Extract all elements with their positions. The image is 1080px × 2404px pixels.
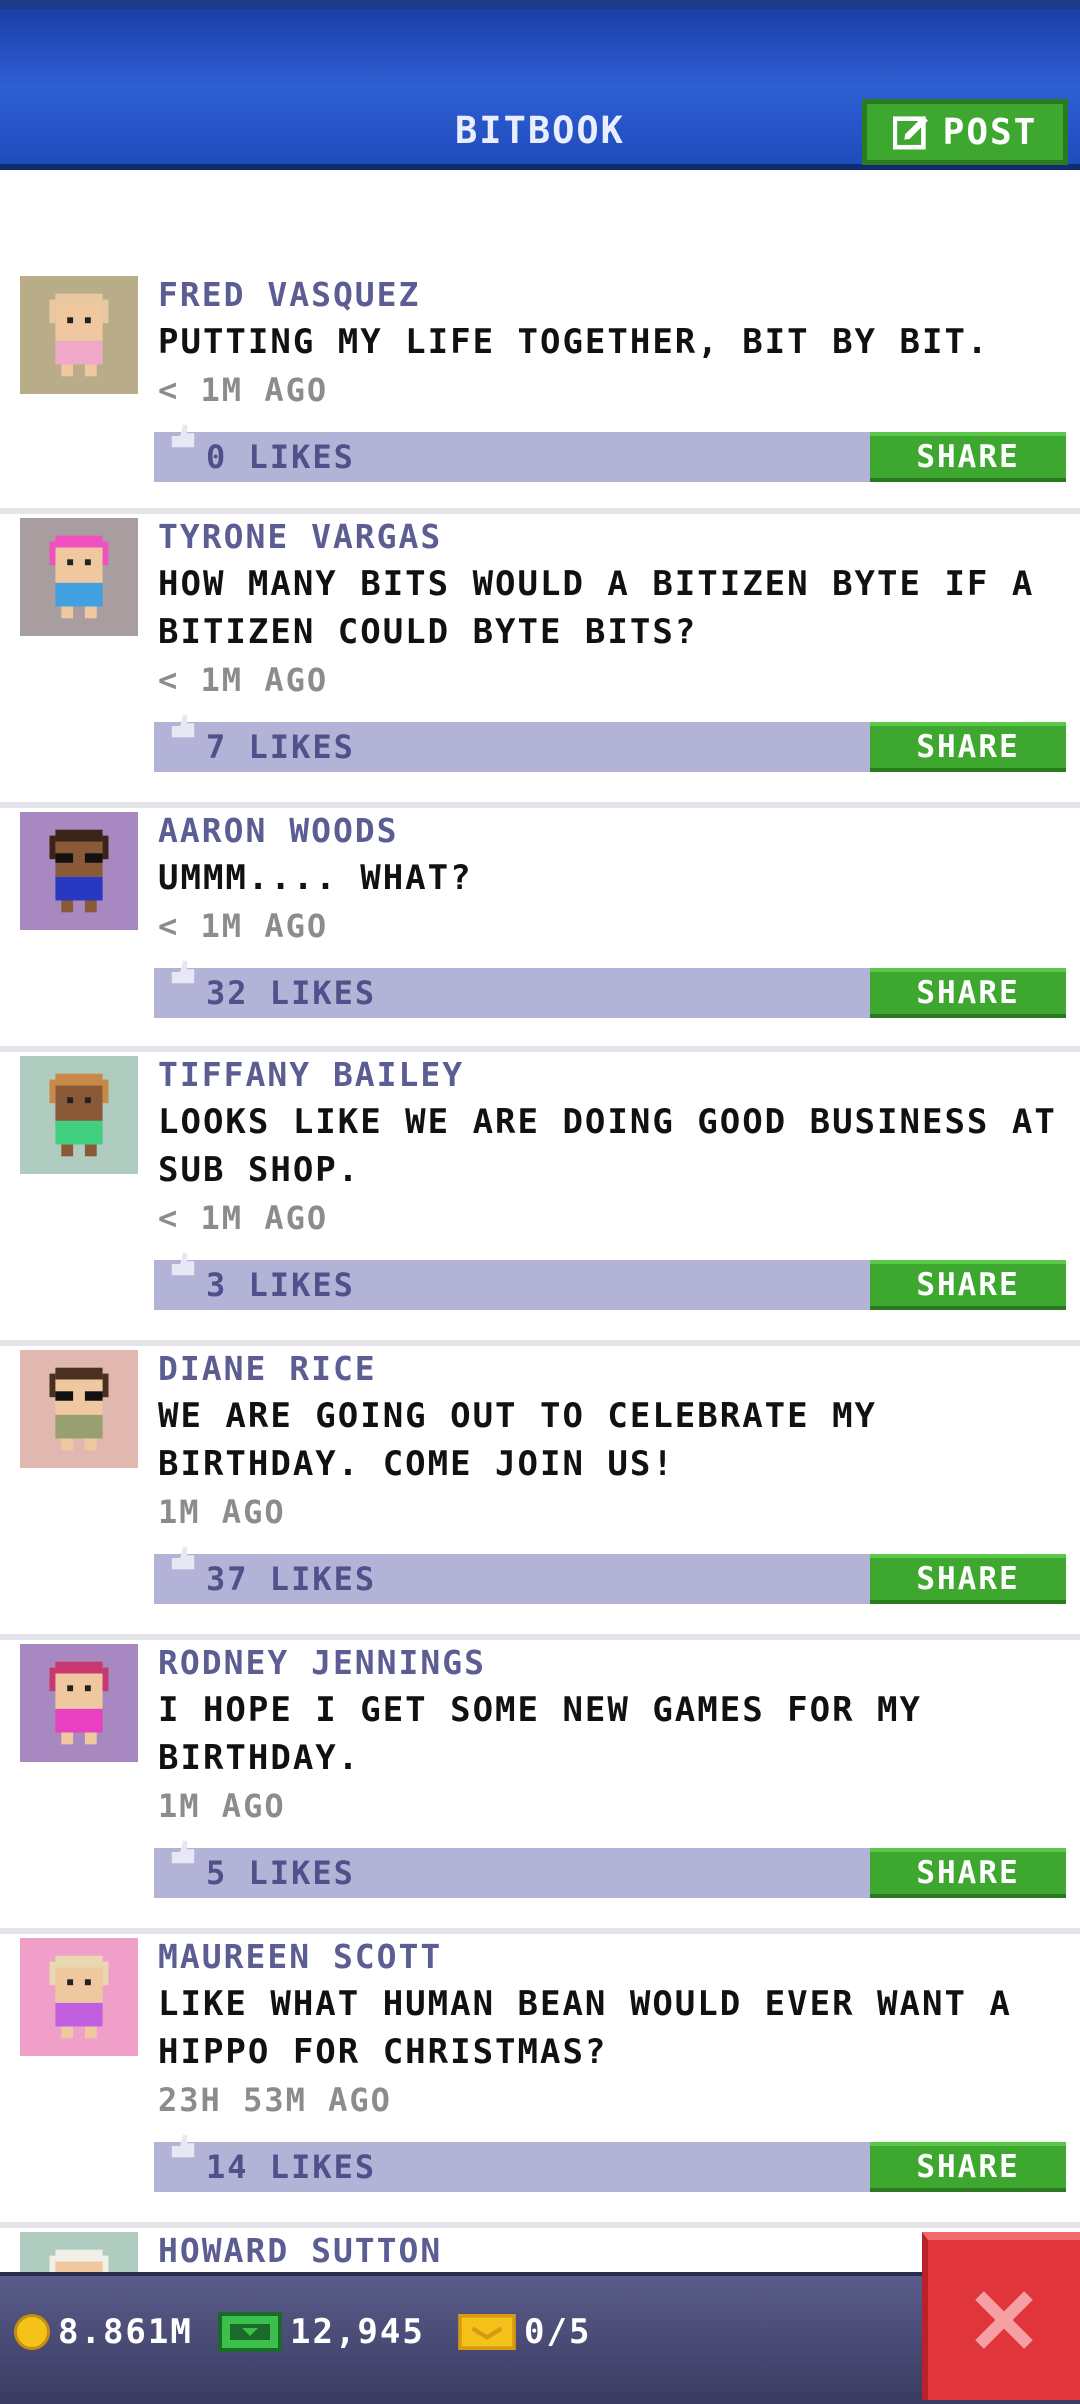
tickets-stat: 0/5 (458, 2312, 591, 2352)
avatar-art (20, 1938, 138, 2056)
app-header: BITBOOK POST (0, 0, 1080, 170)
post-author[interactable]: AARON WOODS (158, 808, 1066, 854)
likes-bar[interactable]: 32 LIKES SHARE (154, 960, 1066, 1018)
bux-value: 12,945 (290, 2312, 425, 2352)
post-timestamp: 23H 53M AGO (158, 2081, 392, 2119)
coins-stat: 8.861M (14, 2312, 193, 2352)
post-message: UMMM.... WHAT? (158, 858, 473, 898)
thumbs-up-icon (171, 1546, 195, 1570)
likes-count: 3 LIKES (206, 1266, 355, 1304)
post-author[interactable]: RODNEY JENNINGS (158, 1640, 1066, 1686)
avatar-art (20, 276, 138, 394)
post-timestamp: 1M AGO (158, 1787, 286, 1825)
post-message: PUTTING MY LIFE TOGETHER, BIT BY BIT. (158, 322, 990, 362)
thumbs-up-icon (171, 2134, 195, 2158)
post-content: FRED VASQUEZ PUTTING MY LIFE TOGETHER, BI… (158, 272, 1066, 414)
post-author[interactable]: TYRONE VARGAS (158, 514, 1066, 560)
share-button[interactable]: SHARE (870, 968, 1066, 1018)
avatar[interactable] (20, 1056, 138, 1174)
post-button-label: POST (942, 111, 1038, 153)
share-button[interactable]: SHARE (870, 1848, 1066, 1898)
bux-icon (218, 2312, 282, 2352)
thumbs-up-icon (171, 714, 195, 738)
share-button[interactable]: SHARE (870, 722, 1066, 772)
post-timestamp: < 1M AGO (158, 907, 329, 945)
post-timestamp: < 1M AGO (158, 661, 329, 699)
avatar-art (20, 518, 138, 636)
likes-count: 7 LIKES (206, 728, 355, 766)
post-author[interactable]: MAUREEN SCOTT (158, 1934, 1066, 1980)
avatar[interactable] (20, 1350, 138, 1468)
post-content: DIANE RICE WE ARE GOING OUT TO CELEBRATE … (158, 1346, 1066, 1536)
thumbs-up-icon (171, 1840, 195, 1864)
thumbs-up-icon (171, 1252, 195, 1276)
feed-post: TYRONE VARGAS HOW MANY BITS WOULD A BITIZ… (0, 514, 1080, 808)
post-content: TIFFANY BAILEY LOOKS LIKE WE ARE DOING GO… (158, 1052, 1066, 1242)
avatar-art (20, 812, 138, 930)
likes-bar[interactable]: 7 LIKES SHARE (154, 714, 1066, 772)
post-content: RODNEY JENNINGS I HOPE I GET SOME NEW GAM… (158, 1640, 1066, 1830)
post-author[interactable]: FRED VASQUEZ (158, 272, 1066, 318)
post-message: LOOKS LIKE WE ARE DOING GOOD BUSINESS AT… (158, 1102, 1057, 1190)
avatar[interactable] (20, 518, 138, 636)
feed-post: MAUREEN SCOTT LIKE WHAT HUMAN BEAN WOULD … (0, 1934, 1080, 2228)
post-content: TYRONE VARGAS HOW MANY BITS WOULD A BITIZ… (158, 514, 1066, 704)
coin-icon (14, 2314, 50, 2350)
post-message: HOW MANY BITS WOULD A BITIZEN BYTE IF A … (158, 564, 1035, 652)
post-timestamp: < 1M AGO (158, 1199, 329, 1237)
status-bar: 8.861M 12,945 0/5 (0, 2272, 1080, 2404)
likes-bar[interactable]: 14 LIKES SHARE (154, 2134, 1066, 2192)
likes-bar[interactable]: 3 LIKES SHARE (154, 1252, 1066, 1310)
share-button[interactable]: SHARE (870, 432, 1066, 482)
avatar[interactable] (20, 276, 138, 394)
edit-icon (892, 116, 928, 150)
likes-bar[interactable]: 0 LIKES SHARE (154, 424, 1066, 482)
post-content: AARON WOODS UMMM.... WHAT? < 1M AGO (158, 808, 1066, 950)
thumbs-up-icon (171, 424, 195, 448)
ticket-icon (458, 2314, 516, 2350)
feed-post: DIANE RICE WE ARE GOING OUT TO CELEBRATE … (0, 1346, 1080, 1640)
share-button[interactable]: SHARE (870, 1260, 1066, 1310)
close-button[interactable] (922, 2232, 1080, 2400)
likes-count: 0 LIKES (206, 438, 355, 476)
post-message: LIKE WHAT HUMAN BEAN WOULD EVER WANT A H… (158, 1984, 1012, 2072)
close-icon (975, 2291, 1033, 2349)
likes-count: 37 LIKES (206, 1560, 377, 1598)
post-message: WE ARE GOING OUT TO CELEBRATE MY BIRTHDA… (158, 1396, 878, 1484)
post-message: I HOPE I GET SOME NEW GAMES FOR MY BIRTH… (158, 1690, 922, 1778)
bux-stat: 12,945 (218, 2312, 425, 2352)
feed-post: TIFFANY BAILEY LOOKS LIKE WE ARE DOING GO… (0, 1052, 1080, 1346)
post-author[interactable]: DIANE RICE (158, 1346, 1066, 1392)
avatar[interactable] (20, 812, 138, 930)
likes-count: 14 LIKES (206, 2148, 377, 2186)
avatar-art (20, 1056, 138, 1174)
post-content: MAUREEN SCOTT LIKE WHAT HUMAN BEAN WOULD … (158, 1934, 1066, 2124)
post-timestamp: 1M AGO (158, 1493, 286, 1531)
likes-count: 32 LIKES (206, 974, 377, 1012)
tickets-value: 0/5 (524, 2312, 592, 2352)
share-button[interactable]: SHARE (870, 2142, 1066, 2192)
avatar[interactable] (20, 1644, 138, 1762)
feed-list: FRED VASQUEZ PUTTING MY LIFE TOGETHER, BI… (0, 272, 1080, 2350)
feed-post: AARON WOODS UMMM.... WHAT? < 1M AGO 32 LIKE… (0, 808, 1080, 1052)
thumbs-up-icon (171, 960, 195, 984)
likes-bar[interactable]: 37 LIKES SHARE (154, 1546, 1066, 1604)
likes-bar[interactable]: 5 LIKES SHARE (154, 1840, 1066, 1898)
feed-post: FRED VASQUEZ PUTTING MY LIFE TOGETHER, BI… (0, 272, 1080, 514)
coins-value: 8.861M (58, 2312, 193, 2352)
post-button[interactable]: POST (862, 99, 1068, 165)
likes-count: 5 LIKES (206, 1854, 355, 1892)
avatar-art (20, 1350, 138, 1468)
share-button[interactable]: SHARE (870, 1554, 1066, 1604)
post-author[interactable]: TIFFANY BAILEY (158, 1052, 1066, 1098)
avatar[interactable] (20, 1938, 138, 2056)
post-timestamp: < 1M AGO (158, 371, 329, 409)
avatar-art (20, 1644, 138, 1762)
feed-post: RODNEY JENNINGS I HOPE I GET SOME NEW GAM… (0, 1640, 1080, 1934)
